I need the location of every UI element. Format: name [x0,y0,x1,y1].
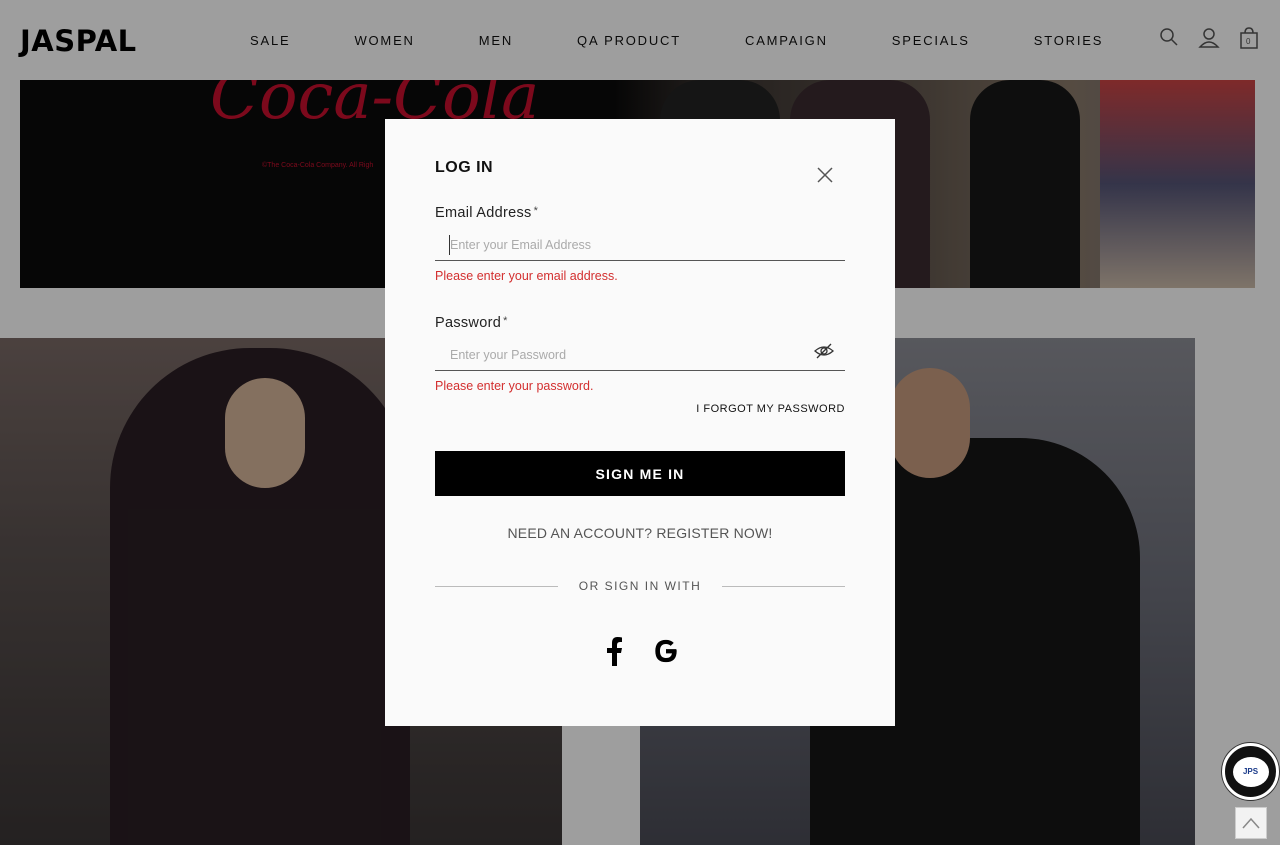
scroll-to-top-button[interactable] [1235,807,1267,839]
password-error: Please enter your password. [435,379,594,393]
toggle-password-visibility-icon[interactable] [813,341,835,361]
email-error: Please enter your email address. [435,269,618,283]
social-login-buttons [385,635,895,667]
facebook-icon[interactable] [601,635,627,667]
modal-title: LOG IN [435,159,494,176]
close-icon[interactable] [815,165,835,185]
password-required-mark: * [503,315,508,327]
email-required-mark: * [533,205,539,217]
text-caret [449,235,450,255]
password-label: Password * [435,315,508,331]
chevron-up-icon [1242,817,1260,829]
login-modal: LOG IN Email Address* Please enter your … [385,119,895,726]
google-icon[interactable] [653,635,679,667]
sign-in-button[interactable]: SIGN ME IN [435,451,845,496]
password-input[interactable] [435,339,845,371]
register-link[interactable]: NEED AN ACCOUNT? REGISTER NOW! [385,525,895,541]
password-label-text: Password [435,315,502,331]
email-label: Email Address * [435,205,538,221]
forgot-password-link[interactable]: I FORGOT MY PASSWORD [696,403,845,415]
divider-line-right [722,586,845,587]
social-divider: OR SIGN IN WITH [435,579,845,593]
email-label-text: Email Address [435,205,532,221]
chat-widget-button[interactable]: JPS [1222,743,1279,800]
chat-bubble-icon: JPS [1232,756,1269,787]
email-input[interactable] [435,229,845,261]
